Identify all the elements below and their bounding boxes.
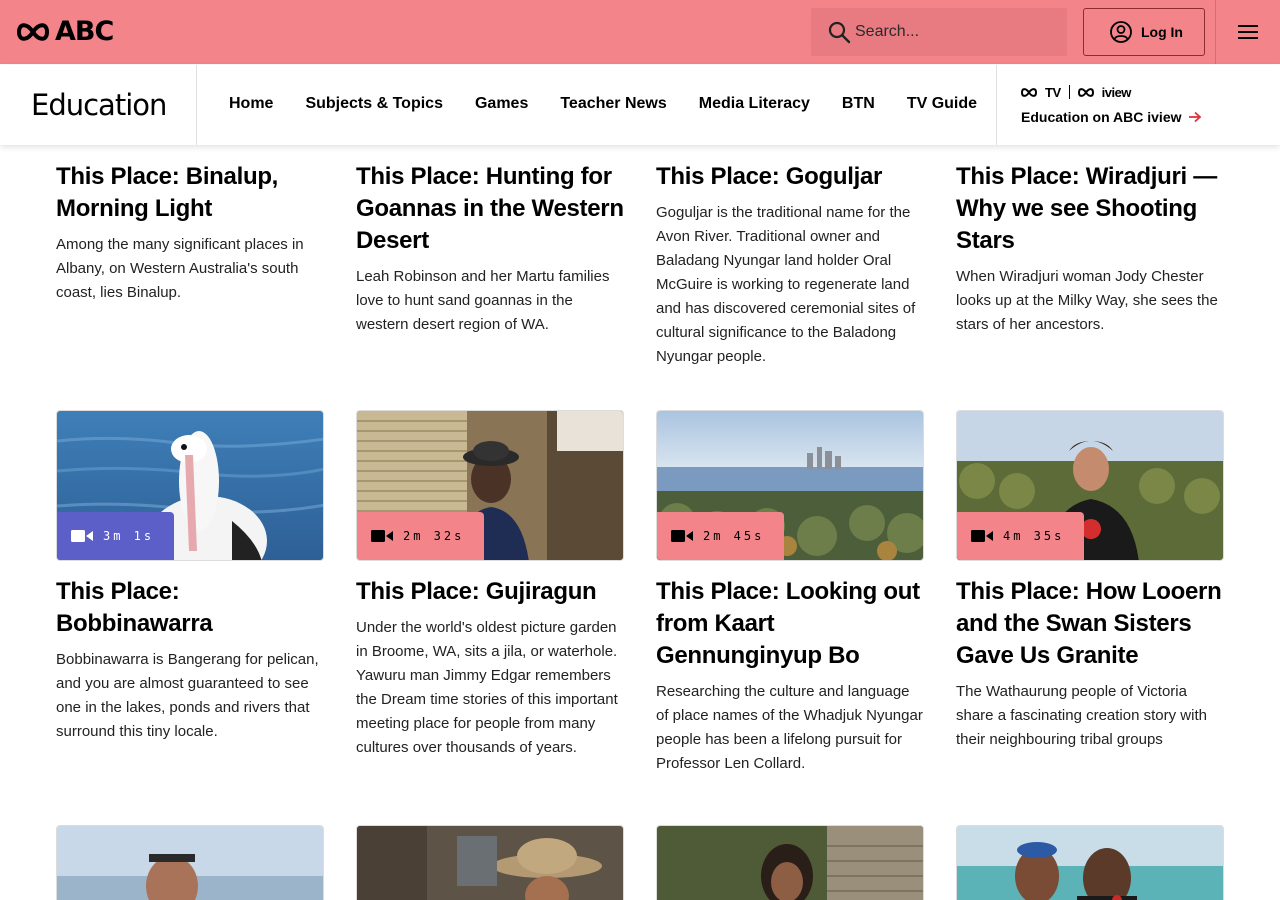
card-thumbnail[interactable]: [656, 825, 924, 900]
nav-link-teacher-news[interactable]: Teacher News: [560, 93, 666, 115]
woman-on-steps-image: [657, 826, 923, 900]
card-thumbnail[interactable]: 3m 1s: [56, 410, 324, 561]
content-card[interactable]: [956, 825, 1224, 900]
search-icon: [828, 21, 851, 44]
iview-link[interactable]: Education on ABC iview: [1021, 109, 1202, 125]
video-duration: 3m 1s: [103, 529, 155, 543]
video-camera-icon: [971, 530, 993, 542]
video-duration-badge: 3m 1s: [57, 512, 175, 560]
card-title[interactable]: This Place: Binalup, Morning Light: [56, 161, 324, 225]
menu-divider: [1215, 0, 1216, 64]
card-description: Under the world's oldest picture garden …: [356, 619, 618, 756]
nav-link-subjects-topics[interactable]: Subjects & Topics: [305, 93, 443, 115]
content-card[interactable]: This Place: Binalup, Morning Light Among…: [56, 161, 324, 305]
two-men-by-water-image: [957, 826, 1223, 900]
card-description: Bobbinawarra is Bangerang for pelican, a…: [56, 651, 319, 740]
hamburger-icon: [1238, 25, 1258, 39]
card-description: The Wathaurung people of Victoria share …: [956, 683, 1207, 748]
video-duration-badge: 2m 45s: [657, 512, 785, 560]
card-description: Among the many significant places in Alb…: [56, 236, 304, 301]
man-at-beach-image: [57, 826, 323, 900]
card-thumbnail[interactable]: [356, 825, 624, 900]
card-thumbnail[interactable]: 4m 35s: [956, 410, 1224, 561]
video-duration-badge: 2m 32s: [357, 512, 485, 560]
abc-lissajous-icon: [17, 23, 49, 41]
card-title[interactable]: This Place: Wiradjuri — Why we see Shoot…: [956, 161, 1224, 257]
content-card[interactable]: 2m 45s This Place: Looking out from Kaar…: [656, 410, 924, 776]
card-description: Researching the culture and language of …: [656, 683, 923, 772]
video-camera-icon: [671, 530, 693, 542]
video-duration: 2m 32s: [403, 529, 465, 543]
nav-link-tv-guide[interactable]: TV Guide: [907, 93, 977, 115]
card-title[interactable]: This Place: Gujiragun: [356, 576, 624, 608]
abc-tv-wordmark: TV: [1045, 84, 1061, 100]
nav-link-media-literacy[interactable]: Media Literacy: [699, 93, 810, 115]
login-label: Log In: [1141, 24, 1183, 40]
card-title[interactable]: This Place: Goguljar: [656, 161, 924, 193]
abc-iview-wordmark: iview: [1101, 84, 1132, 100]
arrow-right-icon: [1188, 111, 1201, 123]
content-card[interactable]: 3m 1s This Place: Bobbinawarra Bobbinawa…: [56, 410, 324, 744]
abc-tv-iview-logos: TV iview: [1021, 83, 1202, 101]
abc-lissajous-icon: [1077, 87, 1094, 97]
card-title[interactable]: This Place: Bobbinawarra: [56, 576, 324, 640]
card-thumbnail[interactable]: 2m 32s: [356, 410, 624, 561]
search-box[interactable]: [811, 8, 1067, 56]
video-duration: 2m 45s: [703, 529, 765, 543]
nav-link-games[interactable]: Games: [475, 93, 528, 115]
video-camera-icon: [71, 530, 93, 542]
abc-logo[interactable]: ABC: [17, 16, 114, 47]
menu-button[interactable]: [1232, 20, 1264, 44]
search-input[interactable]: [855, 23, 1055, 41]
content-card[interactable]: This Place: Wiradjuri — Why we see Shoot…: [956, 161, 1224, 337]
nav-divider: [196, 65, 197, 145]
card-thumbnail[interactable]: [56, 825, 324, 900]
content-card[interactable]: [356, 825, 624, 900]
card-title[interactable]: This Place: How Looern and the Swan Sist…: [956, 576, 1224, 672]
card-description: Leah Robinson and her Martu families lov…: [356, 268, 610, 333]
card-description: Goguljar is the traditional name for the…: [656, 204, 916, 365]
nav-link-btn[interactable]: BTN: [842, 93, 875, 115]
card-thumbnail[interactable]: 2m 45s: [656, 410, 924, 561]
content-card[interactable]: [56, 825, 324, 900]
card-title[interactable]: This Place: Looking out from Kaart Gennu…: [656, 576, 924, 672]
user-icon: [1110, 21, 1132, 43]
video-camera-icon: [371, 530, 393, 542]
abc-lissajous-icon: [1021, 87, 1037, 97]
content-card[interactable]: This Place: Hunting for Goannas in the W…: [356, 161, 624, 337]
man-with-hat-image: [357, 826, 623, 900]
logo-separator: [1068, 85, 1070, 99]
content-card[interactable]: [656, 825, 924, 900]
section-title[interactable]: Education: [31, 87, 167, 123]
card-title[interactable]: This Place: Hunting for Goannas in the W…: [356, 161, 624, 257]
iview-promo[interactable]: TV iview Education on ABC iview: [1021, 83, 1202, 125]
card-thumbnail[interactable]: [956, 825, 1224, 900]
video-duration-badge: 4m 35s: [957, 512, 1085, 560]
card-description: When Wiradjuri woman Jody Chester looks …: [956, 268, 1218, 333]
login-button[interactable]: Log In: [1083, 8, 1205, 56]
iview-link-label: Education on ABC iview: [1021, 109, 1182, 125]
content-card[interactable]: 2m 32s This Place: Gujiragun Under the w…: [356, 410, 624, 760]
nav-link-home[interactable]: Home: [229, 93, 273, 115]
content-card[interactable]: This Place: Goguljar Goguljar is the tra…: [656, 161, 924, 369]
education-nav: Education Home Subjects & Topics Games T…: [0, 65, 1280, 145]
content-card[interactable]: 4m 35s This Place: How Looern and the Sw…: [956, 410, 1224, 752]
top-bar: ABC Log In: [0, 0, 1280, 64]
video-duration: 4m 35s: [1003, 529, 1065, 543]
nav-links: Home Subjects & Topics Games Teacher New…: [229, 93, 977, 115]
nav-divider: [996, 65, 997, 145]
abc-wordmark: ABC: [55, 16, 114, 47]
